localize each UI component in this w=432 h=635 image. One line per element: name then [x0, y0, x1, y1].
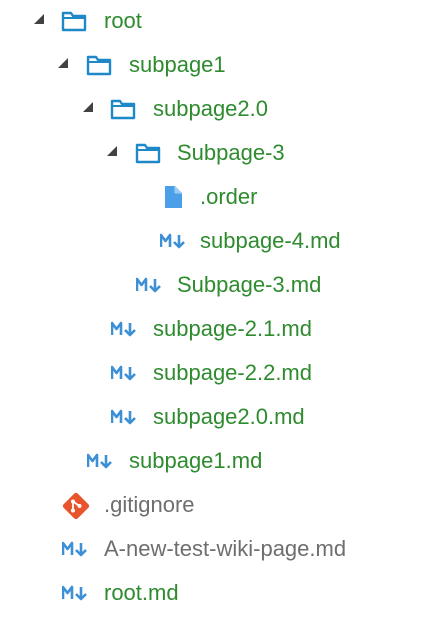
markdown-icon: [110, 321, 137, 345]
tree-item-subpage1-md[interactable]: subpage1.md: [0, 440, 432, 484]
markdown-icon: [86, 453, 113, 477]
tree-item-subpage-4-md[interactable]: subpage-4.md: [0, 220, 432, 264]
tree-item-subpage-2-1-md[interactable]: subpage-2.1.md: [0, 308, 432, 352]
git-icon: [61, 491, 91, 521]
markdown-icon: [61, 541, 88, 565]
tree-item-label: subpage-2.1.md: [153, 316, 312, 341]
tree-item-label: subpage1.md: [129, 448, 263, 473]
file-icon: [160, 184, 186, 208]
tree-item-subpage2-0[interactable]: subpage2.0: [0, 88, 432, 132]
tree-item-label: root: [104, 8, 142, 33]
tree-item-label: subpage2.0: [153, 96, 268, 121]
markdown-icon: [110, 365, 137, 389]
markdown-icon: [61, 585, 88, 609]
tree-item-label: Subpage-3.md: [177, 272, 322, 297]
folder-icon: [110, 97, 136, 121]
folder-icon: [135, 141, 161, 165]
tree-item-subpage1[interactable]: subpage1: [0, 44, 432, 88]
markdown-icon: [135, 277, 162, 301]
tree-item-root[interactable]: root: [0, 0, 432, 44]
tree-item-label: .order: [200, 184, 258, 209]
tree-item-a-new-test-wiki-page-md[interactable]: A-new-test-wiki-page.md: [0, 528, 432, 572]
file-explorer-tree: root subpage1 subpage2.0 Subpage-3 .orde…: [0, 0, 432, 635]
folder-icon: [61, 9, 87, 33]
tree-item-subpage2-0-md[interactable]: subpage2.0.md: [0, 396, 432, 440]
tree-item-label: root.md: [104, 580, 179, 605]
tree-item-label: subpage1: [129, 52, 226, 77]
tree-item-subpage-3-folder[interactable]: Subpage-3: [0, 132, 432, 176]
tree-item-label: subpage-4.md: [200, 228, 341, 253]
tree-item-label: subpage-2.2.md: [153, 360, 312, 385]
tree-item-order-file[interactable]: .order: [0, 176, 432, 220]
tree-item-subpage-3-md[interactable]: Subpage-3.md: [0, 264, 432, 308]
tree-item-label: A-new-test-wiki-page.md: [104, 536, 347, 561]
expanded-twistie-icon[interactable]: [33, 13, 45, 25]
tree-item-label: subpage2.0.md: [153, 404, 305, 429]
tree-item-root-md[interactable]: root.md: [0, 572, 432, 616]
expanded-twistie-icon[interactable]: [82, 101, 94, 113]
expanded-twistie-icon[interactable]: [106, 145, 118, 157]
markdown-icon: [159, 233, 186, 257]
tree-item-label: Subpage-3: [177, 140, 285, 165]
tree-item-gitignore[interactable]: .gitignore: [0, 484, 432, 528]
markdown-icon: [110, 409, 137, 433]
expanded-twistie-icon[interactable]: [57, 57, 69, 69]
folder-icon: [86, 53, 112, 77]
tree-item-label: .gitignore: [104, 492, 195, 517]
tree-item-subpage-2-2-md[interactable]: subpage-2.2.md: [0, 352, 432, 396]
